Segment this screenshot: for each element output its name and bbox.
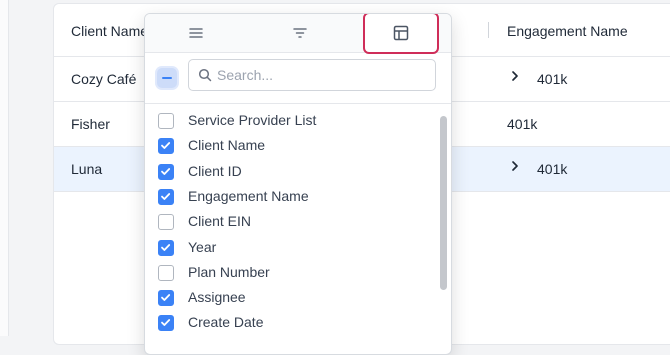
cell-engagement-name: 401k	[537, 71, 568, 87]
column-option[interactable]: Client EIN	[145, 209, 437, 234]
column-menu: Service Provider List Client Name Client I…	[144, 13, 452, 355]
checkbox-checked[interactable]	[158, 163, 174, 180]
expand-chevron-icon[interactable]	[509, 69, 521, 85]
header-engagement-name[interactable]: Engagement Name	[507, 23, 628, 39]
tab-columns[interactable]	[363, 14, 439, 54]
cell-client-name: Luna	[71, 161, 103, 177]
checkbox-unchecked[interactable]	[158, 264, 174, 281]
column-option[interactable]: Assignee	[145, 285, 437, 310]
header-separator	[488, 22, 489, 38]
tab-filter[interactable]	[247, 14, 353, 52]
column-option-label: Plan Number	[188, 263, 270, 280]
column-option-label: Create Date	[188, 314, 264, 331]
check-icon	[161, 243, 171, 251]
cell-client-name: Cozy Café	[71, 71, 137, 87]
column-search-row	[145, 53, 451, 104]
column-option[interactable]: Client Name	[145, 133, 437, 158]
menu-lines-icon	[189, 28, 203, 38]
column-option[interactable]: Client ID	[145, 159, 437, 184]
column-option[interactable]: Plan Number	[145, 260, 437, 285]
checkbox-unchecked[interactable]	[158, 214, 174, 231]
column-option-label: Client EIN	[188, 213, 252, 230]
column-option-label: Engagement Name	[188, 187, 309, 204]
column-option-label: Service Provider List	[188, 112, 317, 128]
column-option[interactable]: Create Date	[145, 310, 437, 335]
column-option-label: Year	[188, 238, 217, 255]
check-icon	[161, 192, 171, 200]
column-option-label: Client ID	[188, 162, 242, 179]
checkbox-checked[interactable]	[158, 290, 174, 307]
columns-icon	[393, 25, 409, 41]
column-list-scrollbar[interactable]	[440, 104, 448, 354]
tab-general[interactable]	[145, 14, 247, 52]
check-icon	[161, 294, 171, 301]
page-left-edge	[0, 0, 9, 336]
column-search-field[interactable]	[188, 59, 436, 91]
check-icon	[161, 167, 171, 175]
cell-engagement-name: 401k	[537, 161, 568, 177]
column-option[interactable]: Engagement Name	[145, 184, 437, 209]
column-option[interactable]: Service Provider List	[145, 108, 437, 133]
cell-client-name: Fisher	[71, 116, 110, 132]
column-option[interactable]: Year	[145, 235, 437, 260]
check-icon	[161, 142, 171, 150]
expand-chevron-icon[interactable]	[509, 159, 521, 175]
search-input[interactable]	[217, 60, 427, 90]
check-icon	[161, 319, 171, 327]
checkbox-checked[interactable]	[158, 138, 174, 155]
select-all-checkbox[interactable]	[157, 68, 177, 88]
cell-engagement-name: 401k	[507, 116, 538, 132]
header-client-name[interactable]: Client Name	[71, 23, 148, 39]
checkbox-checked[interactable]	[158, 239, 174, 256]
checkbox-checked[interactable]	[158, 315, 174, 332]
filter-icon	[293, 28, 307, 38]
checkbox-unchecked[interactable]	[158, 113, 174, 129]
column-menu-tabs	[145, 14, 451, 54]
column-option-label: Client Name	[188, 137, 266, 154]
indeterminate-dash	[162, 77, 172, 79]
checkbox-checked[interactable]	[158, 188, 174, 205]
column-option-label: Assignee	[188, 289, 246, 306]
scrollbar-thumb[interactable]	[440, 116, 447, 290]
search-icon	[198, 68, 212, 82]
